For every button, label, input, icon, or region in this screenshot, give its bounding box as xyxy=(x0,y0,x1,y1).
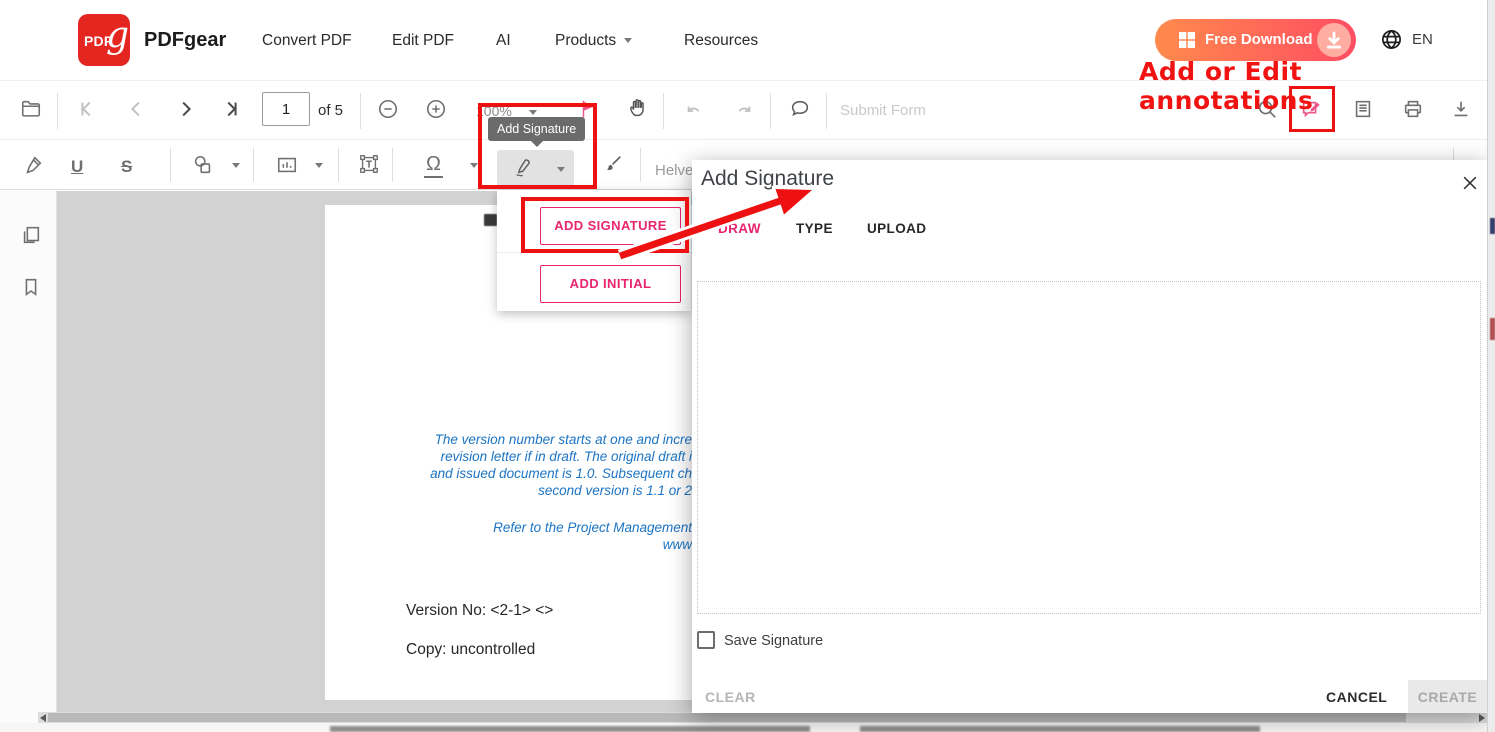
create-button[interactable]: CREATE xyxy=(1408,680,1487,713)
signature-tool-button[interactable] xyxy=(497,150,574,188)
logo-g-text: g xyxy=(106,15,129,56)
add-signature-menu-item[interactable]: ADD SIGNATURE xyxy=(540,207,681,245)
divider xyxy=(57,93,58,129)
document-line: and issued document is 1.0. Subsequent c… xyxy=(340,465,692,482)
close-icon[interactable] xyxy=(1460,173,1480,193)
divider xyxy=(663,93,664,129)
image-icon[interactable] xyxy=(276,154,298,176)
divider xyxy=(338,148,339,182)
submit-form-button[interactable]: Submit Form xyxy=(840,102,926,119)
scroll-left-arrow[interactable] xyxy=(40,714,46,722)
tab-upload[interactable]: UPLOAD xyxy=(867,221,926,236)
divider xyxy=(253,148,254,182)
windows-icon xyxy=(1179,32,1195,48)
document-line: revision letter if in draft. The origina… xyxy=(340,448,692,465)
strikethrough-icon[interactable]: S xyxy=(121,157,132,177)
free-download-button[interactable]: Free Download xyxy=(1155,19,1356,61)
undo-icon[interactable] xyxy=(683,101,705,123)
signature-dropdown-menu: ADD SIGNATURE ADD INITIAL xyxy=(497,190,691,311)
page-count-label: of 5 xyxy=(318,102,343,119)
save-signature-checkbox[interactable] xyxy=(697,631,715,649)
horizontal-scrollbar[interactable] xyxy=(38,712,1487,723)
blurred-text-fragment xyxy=(860,726,1260,732)
comment-icon[interactable] xyxy=(789,98,811,120)
underline-icon[interactable]: U xyxy=(71,157,83,177)
document-line: Refer to the Project Management xyxy=(340,519,692,536)
add-signature-dialog: Add Signature DRAW TYPE UPLOAD Save Sign… xyxy=(692,160,1487,713)
chevron-down-icon xyxy=(624,38,632,43)
redo-icon[interactable] xyxy=(733,101,755,123)
shapes-icon[interactable] xyxy=(192,154,214,176)
document-paragraph: The version number starts at one and inc… xyxy=(340,431,692,499)
signature-draw-canvas[interactable] xyxy=(697,281,1481,614)
vertical-scrollbar[interactable] xyxy=(1487,0,1495,732)
nav-ai[interactable]: AI xyxy=(496,32,511,50)
stamp-icon[interactable]: Ω xyxy=(424,153,443,178)
document-line: second version is 1.1 or 2 xyxy=(340,482,692,499)
scroll-right-arrow[interactable] xyxy=(1479,714,1485,722)
copy-status-text: Copy: uncontrolled xyxy=(406,641,535,659)
pdfgear-logo[interactable]: PDF g xyxy=(78,14,130,66)
hand-tool-icon[interactable] xyxy=(627,97,649,119)
textbox-icon[interactable] xyxy=(358,153,380,175)
brand-name[interactable]: PDFgear xyxy=(144,29,226,52)
horizontal-scrollbar-thumb[interactable] xyxy=(48,713,1406,722)
cancel-button[interactable]: CANCEL xyxy=(1326,689,1387,705)
add-signature-tooltip: Add Signature xyxy=(488,117,585,141)
nav-edit-pdf[interactable]: Edit PDF xyxy=(392,32,454,50)
first-page-icon[interactable] xyxy=(76,98,98,120)
page-thumbnails-icon[interactable] xyxy=(20,224,42,246)
nav-resources[interactable]: Resources xyxy=(684,32,758,50)
tab-draw[interactable]: DRAW xyxy=(718,221,761,236)
annotation-headline: Add or Edit annotations xyxy=(1139,57,1469,115)
save-signature-label: Save Signature xyxy=(724,633,823,649)
font-family-select[interactable]: Helve xyxy=(655,162,693,179)
download-circle-icon[interactable] xyxy=(1317,23,1351,57)
brush-icon[interactable] xyxy=(602,153,624,175)
free-download-label: Free Download xyxy=(1205,31,1313,48)
cutoff-text-fragment xyxy=(484,214,497,226)
previous-page-icon[interactable] xyxy=(126,98,148,120)
left-sidebar xyxy=(0,191,57,732)
zoom-caret-icon[interactable] xyxy=(529,110,537,115)
last-page-icon[interactable] xyxy=(220,98,242,120)
divider xyxy=(360,93,361,129)
scroll-mark xyxy=(1490,218,1495,234)
stamp-caret-icon[interactable] xyxy=(470,163,478,168)
language-selector[interactable]: EN xyxy=(1412,31,1433,48)
page-number-input[interactable] xyxy=(262,92,310,126)
clear-button[interactable]: CLEAR xyxy=(705,689,756,705)
image-caret-icon[interactable] xyxy=(315,163,323,168)
blurred-text-fragment xyxy=(330,726,810,732)
nav-products[interactable]: Products xyxy=(555,32,632,50)
document-line: www xyxy=(340,536,692,553)
version-number-text: Version No: <2-1> <> xyxy=(406,602,553,620)
divider xyxy=(392,148,393,182)
divider xyxy=(826,93,827,129)
tab-type[interactable]: TYPE xyxy=(796,221,833,236)
cutoff-page-bottom xyxy=(0,723,1495,732)
divider xyxy=(170,148,171,182)
next-page-icon[interactable] xyxy=(174,98,196,120)
divider xyxy=(497,252,691,253)
open-file-icon[interactable] xyxy=(20,98,42,120)
divider xyxy=(640,148,641,182)
document-line: The version number starts at one and inc… xyxy=(340,431,692,448)
globe-icon[interactable] xyxy=(1380,28,1403,51)
nav-products-label: Products xyxy=(555,32,616,49)
signature-caret-icon xyxy=(557,167,565,172)
signature-pen-icon xyxy=(512,157,534,179)
dialog-title: Add Signature xyxy=(701,167,834,191)
divider xyxy=(770,93,771,129)
zoom-in-icon[interactable] xyxy=(425,98,447,120)
shapes-caret-icon[interactable] xyxy=(232,163,240,168)
document-paragraph: Refer to the Project Management www xyxy=(340,519,692,553)
scroll-mark xyxy=(1490,318,1495,340)
highlighter-icon[interactable] xyxy=(22,154,44,176)
pdfgear-app: PDF g PDFgear Convert PDF Edit PDF AI Pr… xyxy=(0,0,1495,732)
zoom-out-icon[interactable] xyxy=(377,98,399,120)
add-initial-menu-item[interactable]: ADD INITIAL xyxy=(540,265,681,303)
nav-convert-pdf[interactable]: Convert PDF xyxy=(262,32,352,50)
bookmarks-icon[interactable] xyxy=(20,276,42,298)
